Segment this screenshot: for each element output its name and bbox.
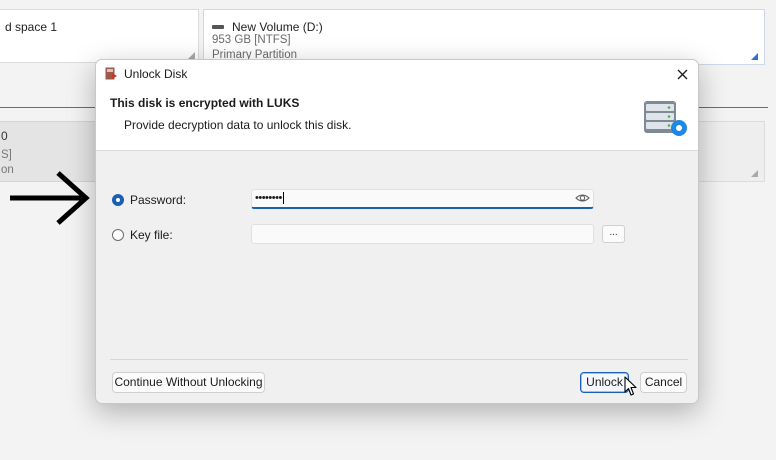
dialog-titlebar[interactable]: Unlock Disk: [96, 60, 698, 88]
text-caret: [282, 192, 284, 205]
keyfile-label: Key file:: [130, 228, 173, 242]
server-key-icon: [644, 101, 687, 136]
dialog-title: Unlock Disk: [124, 67, 188, 81]
disk-separator-right: [698, 107, 768, 108]
close-button[interactable]: [670, 62, 694, 86]
keyfile-radio[interactable]: [112, 229, 124, 241]
header-title: This disk is encrypted with LUKS: [110, 96, 300, 110]
arrow-icon: [10, 171, 90, 225]
partition-name: d space 1: [5, 20, 58, 34]
keyfile-field[interactable]: [251, 224, 594, 244]
app-icon: [105, 67, 117, 80]
partition-line1: 0: [1, 129, 8, 143]
keyfile-option[interactable]: Key file:: [112, 228, 173, 242]
header-subtitle: Provide decryption data to unlock this d…: [124, 118, 352, 132]
unlock-disk-dialog: Unlock Disk This disk is encrypted with …: [95, 59, 699, 404]
dialog-header: This disk is encrypted with LUKS Provide…: [96, 88, 698, 151]
volume-size: 953 GB [NTFS]: [212, 34, 291, 46]
volume-tile[interactable]: New Volume (D:) 953 GB [NTFS] Primary Pa…: [203, 9, 765, 65]
resize-corner-2: [751, 170, 758, 177]
continue-without-unlocking-button[interactable]: Continue Without Unlocking: [112, 372, 265, 393]
password-option[interactable]: Password:: [112, 193, 186, 207]
footer-divider: [110, 359, 688, 360]
eye-icon[interactable]: [575, 192, 590, 204]
partition-line2: S]: [1, 149, 12, 161]
unlock-button[interactable]: Unlock: [580, 372, 629, 393]
volume-name: New Volume (D:): [232, 20, 323, 34]
drive-icon: [212, 24, 224, 29]
password-radio[interactable]: [112, 194, 124, 206]
cancel-button[interactable]: Cancel: [640, 372, 687, 393]
close-icon: [677, 69, 687, 79]
partition-tile-left[interactable]: d space 1: [0, 9, 199, 63]
disk-separator: [0, 107, 96, 108]
password-label: Password:: [130, 193, 187, 207]
password-value: ••••••••: [255, 192, 282, 204]
mouse-cursor-icon: [624, 376, 637, 396]
resize-corner: [188, 52, 195, 59]
selection-corner: [751, 53, 758, 60]
browse-button[interactable]: ...: [602, 225, 625, 243]
password-field[interactable]: ••••••••: [251, 189, 594, 209]
partition-tile-right2[interactable]: [697, 121, 765, 182]
